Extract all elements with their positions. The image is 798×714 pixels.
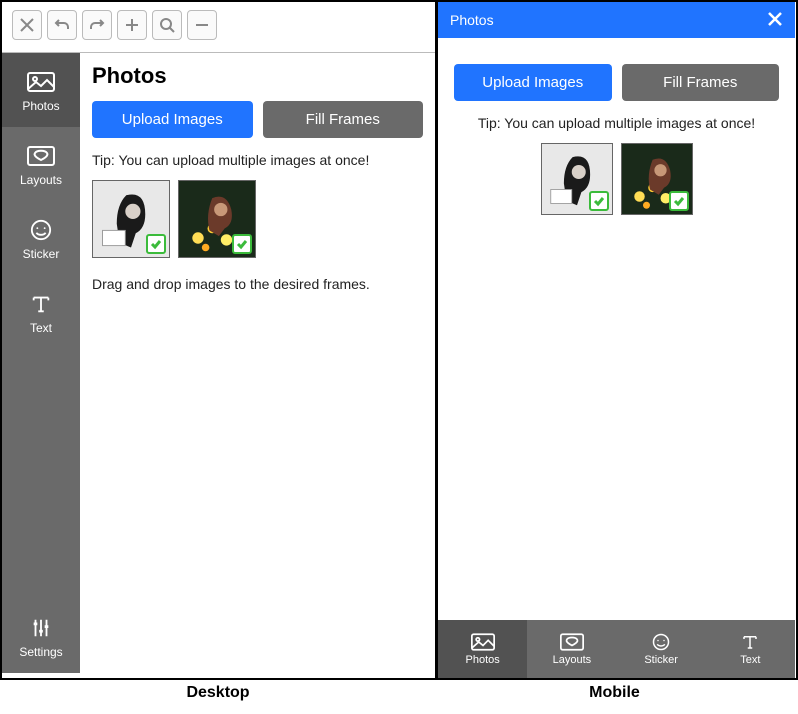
sticker-icon [649, 633, 673, 651]
selected-badge [589, 191, 609, 211]
sidebar: Photos Layouts Sticker Text [2, 53, 80, 673]
bottomnav-item-label: Layouts [553, 654, 592, 666]
photo-thumbnail[interactable] [541, 143, 613, 215]
top-toolbar [2, 2, 435, 48]
panel-title: Photos [92, 63, 423, 89]
mobile-header: Photos [438, 2, 795, 38]
photos-icon [27, 71, 55, 93]
layouts-icon [27, 145, 55, 167]
sticker-icon [27, 219, 55, 241]
bottomnav-item-text[interactable]: Text [706, 620, 795, 678]
selected-badge [669, 191, 689, 211]
plus-icon [124, 17, 140, 33]
sidebar-item-label: Settings [19, 645, 62, 659]
close-button[interactable] [12, 10, 42, 40]
caption-desktop: Desktop [0, 684, 436, 702]
photo-thumbnail[interactable] [178, 180, 256, 258]
upload-images-button[interactable]: Upload Images [454, 64, 612, 101]
text-icon [27, 293, 55, 315]
remove-button[interactable] [187, 10, 217, 40]
bottomnav-item-label: Sticker [644, 654, 678, 666]
sidebar-item-label: Sticker [23, 247, 60, 261]
mobile-header-title: Photos [450, 12, 494, 28]
minus-icon [194, 17, 210, 33]
sidebar-item-sticker[interactable]: Sticker [2, 201, 80, 275]
bottomnav-item-label: Text [740, 654, 760, 666]
sidebar-item-photos[interactable]: Photos [2, 53, 80, 127]
mobile-bottom-nav: Photos Layouts Sticker Text [438, 620, 795, 678]
bottomnav-item-photos[interactable]: Photos [438, 620, 527, 678]
sidebar-item-label: Photos [22, 99, 59, 113]
check-icon [593, 195, 605, 207]
search-icon [159, 17, 175, 33]
sidebar-item-settings[interactable]: Settings [2, 595, 80, 673]
upload-images-button[interactable]: Upload Images [92, 101, 253, 138]
selected-badge [146, 234, 166, 254]
zoom-button[interactable] [152, 10, 182, 40]
settings-icon [27, 617, 55, 639]
upload-tip: Tip: You can upload multiple images at o… [454, 115, 779, 131]
mobile-close-button[interactable] [767, 11, 783, 30]
check-icon [236, 238, 248, 250]
drag-hint: Drag and drop images to the desired fram… [92, 276, 423, 292]
undo-icon [54, 17, 70, 33]
photo-thumbnail[interactable] [92, 180, 170, 258]
sidebar-item-label: Text [30, 321, 52, 335]
bottomnav-item-sticker[interactable]: Sticker [617, 620, 706, 678]
text-icon [738, 633, 762, 651]
close-icon [767, 11, 783, 27]
fill-frames-button[interactable]: Fill Frames [622, 64, 780, 101]
check-icon [150, 238, 162, 250]
sidebar-item-layouts[interactable]: Layouts [2, 127, 80, 201]
layouts-icon [560, 633, 584, 651]
bottomnav-item-label: Photos [466, 654, 500, 666]
close-icon [19, 17, 35, 33]
upload-tip: Tip: You can upload multiple images at o… [92, 152, 423, 168]
add-button[interactable] [117, 10, 147, 40]
redo-button[interactable] [82, 10, 112, 40]
photos-icon [471, 633, 495, 651]
photo-thumbnail[interactable] [621, 143, 693, 215]
caption-mobile: Mobile [436, 684, 793, 702]
photos-panel: Photos Upload Images Fill Frames Tip: Yo… [80, 53, 435, 673]
check-icon [673, 195, 685, 207]
bottomnav-item-layouts[interactable]: Layouts [527, 620, 616, 678]
sidebar-item-text[interactable]: Text [2, 275, 80, 349]
mobile-photos-panel: Upload Images Fill Frames Tip: You can u… [438, 38, 795, 620]
fill-frames-button[interactable]: Fill Frames [263, 101, 424, 138]
redo-icon [89, 17, 105, 33]
sidebar-item-label: Layouts [20, 173, 62, 187]
selected-badge [232, 234, 252, 254]
undo-button[interactable] [47, 10, 77, 40]
